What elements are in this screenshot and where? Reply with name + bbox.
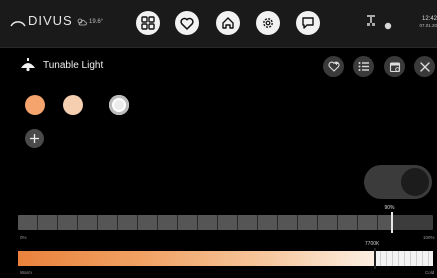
network-icon — [367, 15, 375, 26]
dimmer-value-label: 90% — [384, 205, 395, 211]
status-dot-icon — [384, 22, 392, 30]
clock-time: 12:42 — [421, 16, 437, 22]
color-temp-slider[interactable] — [18, 251, 433, 266]
clock: 12:42 07.01.20 — [409, 15, 437, 29]
list-icon — [358, 62, 369, 71]
dimmer-thumb[interactable] — [390, 212, 393, 233]
weather-widget: 19.6° — [77, 18, 103, 26]
preset-neutral-button[interactable] — [63, 95, 83, 115]
weather-temperature: 19.6° — [89, 19, 104, 25]
close-icon — [419, 61, 430, 72]
ceiling-lamp-icon — [21, 58, 35, 72]
nav-messages-button[interactable] — [296, 11, 320, 35]
nav-settings-button[interactable] — [256, 11, 280, 35]
page-title: Tunable Light — [43, 59, 104, 71]
nav-home-button[interactable] — [216, 11, 240, 35]
dimmer-fill — [18, 215, 392, 230]
logo-arc-icon — [10, 20, 26, 26]
dimmer-min-label: 0% — [20, 235, 27, 240]
color-temp-value-label: 7700K — [364, 241, 380, 247]
color-temp-min-label: Warm — [20, 270, 32, 275]
brand-name: DIVUS — [28, 13, 73, 28]
partly-cloudy-icon — [77, 18, 87, 26]
device-settings-button[interactable] — [384, 56, 405, 77]
network-status[interactable] — [366, 14, 376, 33]
nav-favorites-button[interactable] — [175, 11, 199, 35]
connection-status — [384, 17, 392, 35]
preset-cold-button[interactable] — [109, 95, 129, 115]
home-icon — [222, 17, 234, 29]
chat-icon — [302, 17, 314, 29]
top-bar: DIVUS 19.6° 12:42 07.01.20 — [0, 0, 437, 48]
dimmer-slider[interactable] — [18, 215, 433, 230]
color-temp-remainder — [374, 251, 433, 266]
clock-date: 07.01.20 — [419, 23, 437, 28]
heart-plus-icon — [327, 61, 340, 72]
color-temp-thumb[interactable] — [373, 248, 376, 269]
device-header: Tunable Light — [19, 58, 103, 72]
nav-grid-button[interactable] — [136, 11, 160, 35]
power-toggle[interactable] — [364, 165, 432, 199]
preset-warm-button[interactable] — [25, 95, 45, 115]
add-preset-button[interactable] — [25, 129, 44, 148]
toggle-knob — [401, 168, 429, 196]
heart-icon — [180, 17, 194, 30]
divus-logo: DIVUS — [10, 13, 73, 28]
plus-icon — [30, 134, 39, 143]
dimmer-max-label: 100% — [423, 235, 435, 240]
color-temp-max-label: Cold — [425, 270, 435, 275]
add-favorite-button[interactable] — [323, 56, 344, 77]
close-button[interactable] — [414, 56, 435, 77]
list-view-button[interactable] — [353, 56, 374, 77]
device-settings-icon — [389, 61, 400, 72]
gear-icon — [263, 18, 273, 28]
grid-icon — [141, 16, 155, 30]
